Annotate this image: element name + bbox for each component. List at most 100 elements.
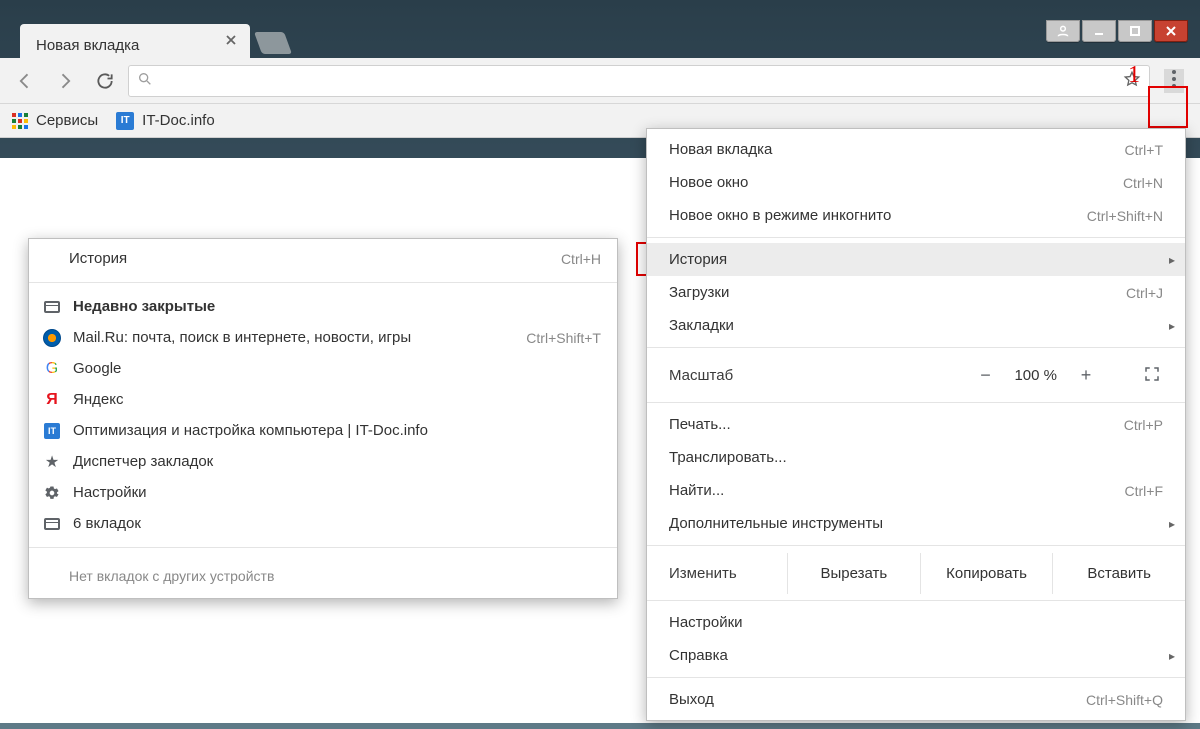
menu-item-label: Справка	[669, 647, 728, 664]
itdoc-favicon: IT	[116, 112, 134, 130]
back-button[interactable]	[8, 64, 42, 98]
menu-item-label: Новое окно	[669, 174, 748, 191]
browser-tab[interactable]: Новая вкладка	[20, 24, 250, 58]
menu-item-label: История	[669, 251, 727, 268]
bookmark-star-icon[interactable]	[1123, 70, 1141, 92]
submenu-shortcut: Ctrl+H	[561, 251, 601, 267]
bookmark-itdoc[interactable]: IT IT-Doc.info	[116, 112, 215, 130]
window-close-button[interactable]	[1154, 20, 1188, 42]
menu-help[interactable]: Справка	[647, 639, 1185, 672]
submenu-recent-item[interactable]: IT Оптимизация и настройка компьютера | …	[29, 415, 617, 446]
new-tab-button[interactable]	[254, 32, 292, 54]
submenu-item-label: История	[69, 250, 127, 267]
submenu-item-label: 6 вкладок	[73, 515, 141, 532]
menu-cast[interactable]: Транслировать...	[647, 441, 1185, 474]
menu-find[interactable]: Найти... Ctrl+F	[647, 474, 1185, 507]
history-submenu: История Ctrl+H Недавно закрытые Mail.Ru:…	[28, 238, 618, 599]
menu-paste[interactable]: Вставить	[1052, 553, 1185, 594]
search-icon	[137, 71, 153, 91]
menu-shortcut: Ctrl+T	[1125, 142, 1164, 158]
vertical-dots-icon	[1172, 70, 1176, 92]
submenu-item-label: Оптимизация и настройка компьютера | IT-…	[73, 422, 428, 439]
menu-item-label: Масштаб	[669, 367, 978, 384]
gear-icon	[43, 484, 61, 502]
window-user-button[interactable]	[1046, 20, 1080, 42]
submenu-recently-closed-header: Недавно закрытые	[29, 291, 617, 322]
menu-separator	[647, 545, 1185, 546]
menu-item-label: Найти...	[669, 482, 724, 499]
google-favicon	[43, 360, 61, 378]
fullscreen-icon[interactable]	[1143, 365, 1163, 385]
menu-separator	[647, 347, 1185, 348]
address-bar[interactable]	[128, 65, 1150, 97]
submenu-item-label: Диспетчер закладок	[73, 453, 213, 470]
menu-exit[interactable]: Выход Ctrl+Shift+Q	[647, 683, 1185, 716]
menu-item-label: Изменить	[669, 565, 787, 582]
submenu-settings[interactable]: Настройки	[29, 477, 617, 508]
menu-item-label: Загрузки	[669, 284, 729, 301]
menu-item-label: Печать...	[669, 416, 731, 433]
submenu-item-label: Настройки	[73, 484, 147, 501]
menu-bookmarks[interactable]: Закладки	[647, 309, 1185, 342]
browser-toolbar	[0, 58, 1200, 104]
forward-button[interactable]	[48, 64, 82, 98]
menu-incognito[interactable]: Новое окно в режиме инкогнито Ctrl+Shift…	[647, 199, 1185, 232]
window-minimize-button[interactable]	[1082, 20, 1116, 42]
menu-edit-row: Изменить Вырезать Копировать Вставить	[647, 551, 1185, 595]
submenu-six-tabs[interactable]: 6 вкладок	[29, 508, 617, 539]
submenu-recent-item[interactable]: Я Яндекс	[29, 384, 617, 415]
window-maximize-button[interactable]	[1118, 20, 1152, 42]
tab-strip: Новая вкладка	[0, 20, 1200, 58]
menu-shortcut: Ctrl+Shift+N	[1087, 208, 1163, 224]
chrome-main-menu: Новая вкладка Ctrl+T Новое окно Ctrl+N Н…	[646, 128, 1186, 721]
window-controls	[1046, 20, 1188, 44]
menu-item-label: Новая вкладка	[669, 141, 772, 158]
submenu-item-label: Яндекс	[73, 391, 123, 408]
mailru-favicon	[43, 329, 61, 347]
menu-item-label: Новое окно в режиме инкогнито	[669, 207, 891, 224]
menu-downloads[interactable]: Загрузки Ctrl+J	[647, 276, 1185, 309]
submenu-history[interactable]: История Ctrl+H	[29, 243, 617, 274]
menu-copy[interactable]: Копировать	[920, 553, 1053, 594]
submenu-item-label: Google	[73, 360, 121, 377]
submenu-recent-item[interactable]: Google	[29, 353, 617, 384]
menu-separator	[647, 677, 1185, 678]
window-icon	[43, 515, 61, 533]
bookmark-label: IT-Doc.info	[142, 112, 215, 129]
menu-shortcut: Ctrl+J	[1126, 285, 1163, 301]
menu-cut[interactable]: Вырезать	[787, 553, 920, 594]
menu-separator	[647, 600, 1185, 601]
menu-item-label: Дополнительные инструменты	[669, 515, 883, 532]
tab-close-icon[interactable]	[224, 33, 240, 49]
submenu-separator	[29, 547, 617, 548]
menu-separator	[647, 402, 1185, 403]
menu-separator	[647, 237, 1185, 238]
menu-new-tab[interactable]: Новая вкладка Ctrl+T	[647, 133, 1185, 166]
menu-shortcut: Ctrl+Shift+Q	[1086, 692, 1163, 708]
submenu-item-label: Mail.Ru: почта, поиск в интернете, новос…	[73, 329, 411, 346]
chrome-menu-button[interactable]	[1156, 63, 1192, 99]
menu-shortcut: Ctrl+F	[1125, 483, 1164, 499]
menu-item-label: Транслировать...	[669, 449, 787, 466]
tab-title: Новая вкладка	[36, 37, 139, 54]
menu-new-window[interactable]: Новое окно Ctrl+N	[647, 166, 1185, 199]
window-icon	[43, 298, 61, 316]
reload-button[interactable]	[88, 64, 122, 98]
apps-shortcut[interactable]: Сервисы	[12, 112, 98, 129]
zoom-in-button[interactable]: +	[1079, 365, 1093, 386]
menu-shortcut: Ctrl+P	[1124, 417, 1163, 433]
menu-item-label: Закладки	[669, 317, 734, 334]
yandex-favicon: Я	[43, 391, 61, 409]
menu-item-label: Выход	[669, 691, 714, 708]
submenu-recent-item[interactable]: Mail.Ru: почта, поиск в интернете, новос…	[29, 322, 617, 353]
address-input[interactable]	[161, 71, 1115, 90]
submenu-no-devices: Нет вкладок с других устройств	[29, 556, 617, 584]
submenu-separator	[29, 282, 617, 283]
zoom-out-button[interactable]: −	[978, 365, 992, 386]
submenu-bookmark-manager[interactable]: ★ Диспетчер закладок	[29, 446, 617, 477]
menu-history[interactable]: История	[647, 243, 1185, 276]
menu-zoom-row: Масштаб − 100 % +	[647, 353, 1185, 397]
menu-more-tools[interactable]: Дополнительные инструменты	[647, 507, 1185, 540]
menu-print[interactable]: Печать... Ctrl+P	[647, 408, 1185, 441]
menu-settings[interactable]: Настройки	[647, 606, 1185, 639]
